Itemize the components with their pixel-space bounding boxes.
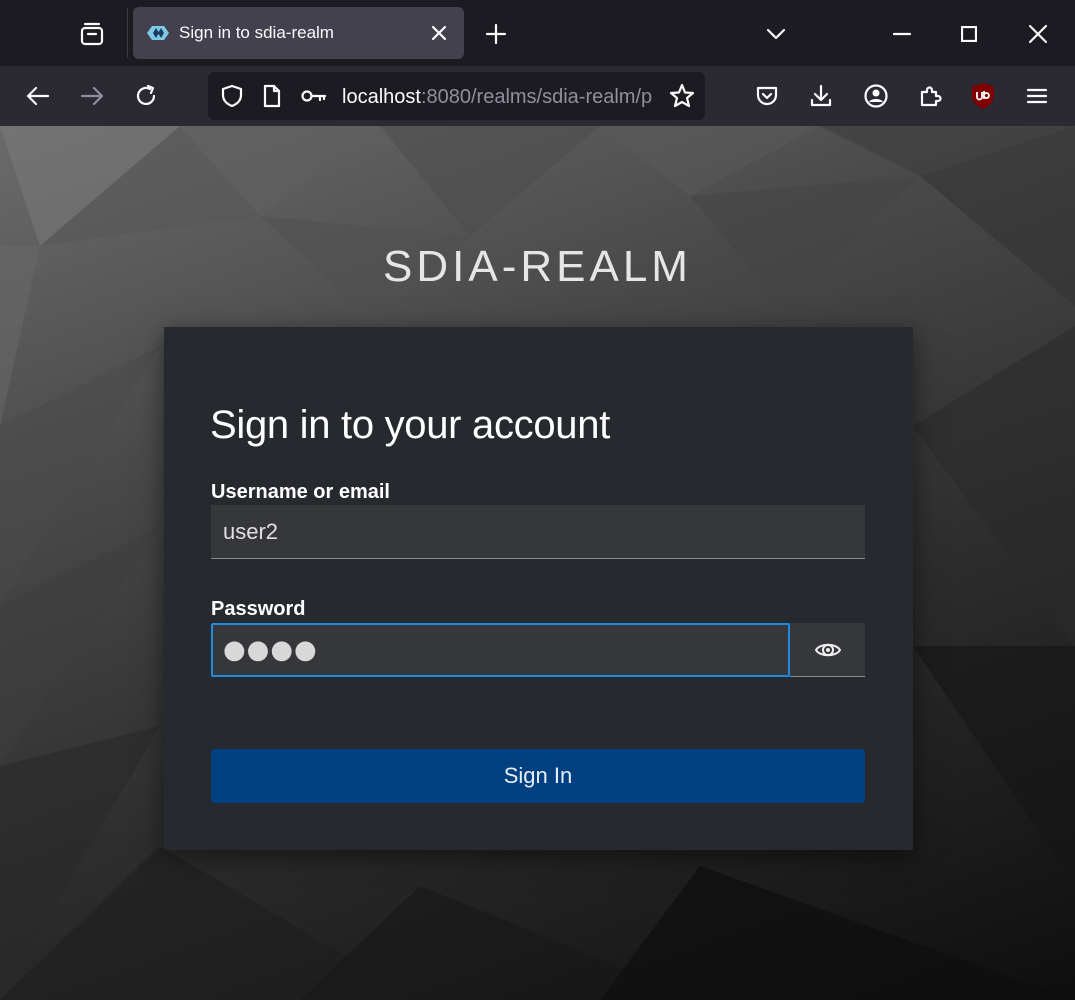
username-input[interactable] — [211, 505, 865, 559]
sign-in-button[interactable]: Sign In — [211, 749, 865, 803]
hamburger-icon — [1026, 88, 1048, 104]
pocket-button[interactable] — [746, 75, 788, 117]
star-icon — [669, 83, 695, 108]
url-host: localhost — [342, 86, 421, 108]
tracking-protection-button[interactable] — [216, 80, 248, 112]
eye-icon — [814, 643, 841, 656]
close-icon — [1029, 25, 1047, 43]
password-input[interactable]: ●●●● — [211, 623, 790, 677]
login-page: SDIA-REALM Sign in to your account Usern… — [0, 126, 1075, 1000]
new-tab-button[interactable] — [476, 14, 516, 54]
arrow-left-icon — [26, 86, 50, 106]
saved-logins-button[interactable] — [298, 80, 330, 112]
close-icon — [431, 25, 447, 41]
username-label: Username or email — [211, 481, 390, 503]
download-icon — [810, 84, 832, 107]
reload-button[interactable] — [125, 75, 167, 117]
plus-icon — [485, 23, 507, 45]
extensions-button[interactable] — [909, 75, 951, 117]
chevron-down-icon — [766, 28, 786, 40]
login-card: Sign in to your account Username or emai… — [164, 327, 913, 850]
forward-button[interactable] — [71, 75, 113, 117]
arrow-right-icon — [80, 86, 104, 106]
tab-overview-button[interactable] — [68, 12, 116, 56]
downloads-button[interactable] — [800, 75, 842, 117]
show-password-button[interactable] — [790, 623, 865, 677]
url-path: :8080/realms/sdia-realm/p — [420, 86, 653, 108]
ublock-icon — [972, 83, 994, 109]
reload-icon — [136, 84, 156, 105]
window-minimize-button[interactable] — [880, 12, 924, 56]
keycloak-favicon-icon — [145, 23, 171, 43]
bookmark-button[interactable] — [666, 80, 698, 112]
account-icon — [864, 84, 888, 108]
tab-title: Sign in to sdia-realm — [179, 23, 334, 42]
account-button[interactable] — [855, 75, 897, 117]
login-heading: Sign in to your account — [210, 403, 611, 447]
navigation-toolbar: localhost:8080/realms/sdia-realm/p — [0, 66, 1075, 126]
url-text[interactable]: localhost:8080/realms/sdia-realm/p — [342, 84, 660, 110]
window-maximize-button[interactable] — [947, 12, 991, 56]
active-tab[interactable]: Sign in to sdia-realm — [133, 7, 464, 59]
app-menu-button[interactable] — [1016, 75, 1058, 117]
site-info-button[interactable] — [256, 80, 288, 112]
window-close-button[interactable] — [1016, 12, 1060, 56]
url-bar[interactable]: localhost:8080/realms/sdia-realm/p — [208, 72, 705, 120]
tab-close-button[interactable] — [422, 16, 456, 50]
minimize-icon — [893, 32, 911, 36]
tab-strip: Sign in to sdia-realm — [0, 0, 1075, 66]
puzzle-icon — [920, 86, 942, 107]
pocket-icon — [756, 86, 778, 106]
tab-separator — [127, 8, 128, 58]
page-icon — [263, 84, 281, 108]
maximize-icon — [961, 26, 977, 42]
realm-title: SDIA-REALM — [383, 242, 692, 291]
password-label: Password — [211, 598, 306, 620]
folder-tabs-icon — [80, 22, 104, 46]
back-button[interactable] — [17, 75, 59, 117]
list-all-tabs-button[interactable] — [756, 14, 796, 54]
key-icon — [301, 90, 327, 102]
shield-icon — [221, 84, 243, 108]
ublock-origin-button[interactable] — [962, 75, 1004, 117]
